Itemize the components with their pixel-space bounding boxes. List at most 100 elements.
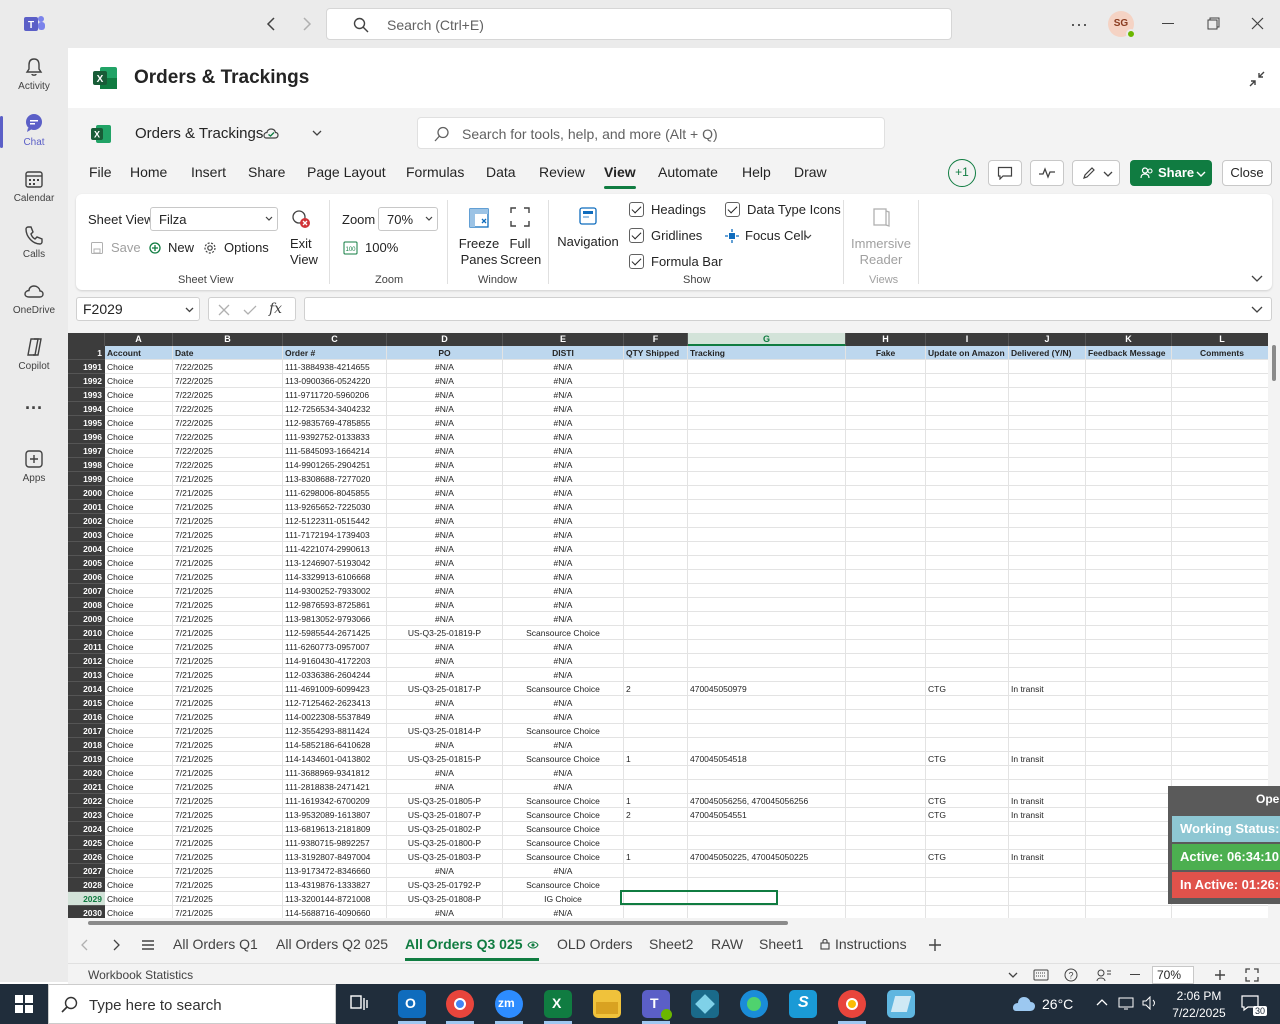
table-cell[interactable]: Choice: [105, 430, 173, 444]
table-cell[interactable]: [926, 402, 1009, 416]
sheet-tab[interactable]: OLD Orders: [557, 936, 632, 952]
table-cell[interactable]: [926, 430, 1009, 444]
table-cell[interactable]: [926, 360, 1009, 374]
table-cell[interactable]: [846, 808, 926, 822]
table-cell[interactable]: [1172, 598, 1268, 612]
table-cell[interactable]: #N/A: [387, 402, 503, 416]
table-cell[interactable]: 7/21/2025: [173, 556, 283, 570]
table-cell[interactable]: #N/A: [387, 416, 503, 430]
column-header-e[interactable]: E: [503, 333, 624, 346]
restore-icon[interactable]: [1207, 17, 1220, 30]
row-number[interactable]: 2008: [68, 598, 105, 612]
row-number[interactable]: 1999: [68, 472, 105, 486]
table-cell[interactable]: [624, 444, 688, 458]
table-cell[interactable]: [1086, 402, 1172, 416]
table-cell[interactable]: [1086, 724, 1172, 738]
table-cell[interactable]: #N/A: [387, 472, 503, 486]
row-number[interactable]: 1992: [68, 374, 105, 388]
table-cell[interactable]: #N/A: [503, 710, 624, 724]
presence-count-badge[interactable]: +1: [948, 159, 976, 187]
table-cell[interactable]: [1172, 514, 1268, 528]
catch-up-button[interactable]: [1030, 160, 1064, 186]
rail-item-copilot[interactable]: Copilot: [0, 336, 68, 372]
table-cell[interactable]: [624, 388, 688, 402]
table-cell[interactable]: [846, 444, 926, 458]
editing-mode-button[interactable]: [1072, 160, 1120, 186]
table-cell[interactable]: [846, 752, 926, 766]
table-cell[interactable]: [624, 696, 688, 710]
table-cell[interactable]: [1009, 836, 1086, 850]
table-cell[interactable]: 7/21/2025: [173, 500, 283, 514]
minimize-icon[interactable]: [1162, 23, 1174, 24]
table-cell[interactable]: 7/21/2025: [173, 472, 283, 486]
zoom-dropdown[interactable]: 70%: [378, 207, 438, 231]
table-cell[interactable]: [1172, 906, 1268, 918]
table-cell[interactable]: #N/A: [387, 388, 503, 402]
table-cell[interactable]: [688, 696, 846, 710]
table-cell[interactable]: [846, 864, 926, 878]
table-cell[interactable]: 7/21/2025: [173, 640, 283, 654]
table-cell[interactable]: 7/21/2025: [173, 766, 283, 780]
table-cell[interactable]: Choice: [105, 850, 173, 864]
header-cell[interactable]: QTY Shipped: [624, 346, 688, 360]
table-cell[interactable]: [688, 626, 846, 640]
table-cell[interactable]: [1086, 878, 1172, 892]
table-cell[interactable]: Choice: [105, 696, 173, 710]
tray-chevron-up-icon[interactable]: [1096, 998, 1108, 1006]
table-cell[interactable]: [688, 654, 846, 668]
outlook-taskbar-icon[interactable]: O: [398, 990, 426, 1018]
table-cell[interactable]: #N/A: [503, 864, 624, 878]
table-cell[interactable]: #N/A: [503, 906, 624, 918]
row-number[interactable]: 2011: [68, 640, 105, 654]
table-cell[interactable]: #N/A: [503, 360, 624, 374]
table-cell[interactable]: [1009, 696, 1086, 710]
immersive-reader-button[interactable]: Immersive Reader: [850, 206, 912, 268]
sheet-tab[interactable]: Sheet1: [759, 936, 803, 952]
more-apps-icon[interactable]: ···: [0, 398, 68, 419]
table-cell[interactable]: [1009, 724, 1086, 738]
table-cell[interactable]: 114-9300252-7933002: [283, 584, 387, 598]
table-cell[interactable]: #N/A: [387, 640, 503, 654]
table-cell[interactable]: [688, 556, 846, 570]
table-cell[interactable]: #N/A: [387, 668, 503, 682]
table-cell[interactable]: Choice: [105, 388, 173, 402]
zoom-out-icon[interactable]: [1130, 974, 1140, 976]
table-cell[interactable]: 7/22/2025: [173, 430, 283, 444]
network-icon[interactable]: [1118, 996, 1134, 1010]
header-cell[interactable]: Tracking: [688, 346, 846, 360]
table-cell[interactable]: [1086, 738, 1172, 752]
table-cell[interactable]: [926, 570, 1009, 584]
table-cell[interactable]: Scansource Choice: [503, 794, 624, 808]
table-cell[interactable]: [1086, 696, 1172, 710]
table-cell[interactable]: Scansource Choice: [503, 878, 624, 892]
tool-search-input[interactable]: Search for tools, help, and more (Alt + …: [417, 117, 885, 149]
table-cell[interactable]: [846, 878, 926, 892]
table-cell[interactable]: 1: [624, 752, 688, 766]
forward-arrow-icon[interactable]: [298, 16, 314, 32]
table-cell[interactable]: [1009, 668, 1086, 682]
table-cell[interactable]: Choice: [105, 360, 173, 374]
table-cell[interactable]: Choice: [105, 906, 173, 918]
table-cell[interactable]: [1009, 416, 1086, 430]
table-cell[interactable]: 7/22/2025: [173, 360, 283, 374]
table-cell[interactable]: [846, 766, 926, 780]
workbook-statistics[interactable]: Workbook Statistics: [88, 968, 193, 982]
table-cell[interactable]: [846, 402, 926, 416]
table-cell[interactable]: Choice: [105, 836, 173, 850]
row-number[interactable]: 2000: [68, 486, 105, 500]
rail-item-activity[interactable]: Activity: [0, 56, 68, 92]
table-cell[interactable]: Scansource Choice: [503, 850, 624, 864]
formula-bar-checkbox[interactable]: [629, 254, 644, 269]
table-cell[interactable]: [846, 598, 926, 612]
table-cell[interactable]: [624, 402, 688, 416]
data-type-icons-checkbox[interactable]: [725, 202, 740, 217]
all-sheets-menu-icon[interactable]: [141, 939, 155, 951]
table-cell[interactable]: [1086, 472, 1172, 486]
table-cell[interactable]: [1009, 514, 1086, 528]
table-cell[interactable]: [846, 416, 926, 430]
table-cell[interactable]: [624, 626, 688, 640]
row-number[interactable]: 2030: [68, 906, 105, 918]
table-cell[interactable]: [1172, 416, 1268, 430]
row-number[interactable]: 2004: [68, 542, 105, 556]
table-cell[interactable]: #N/A: [387, 696, 503, 710]
